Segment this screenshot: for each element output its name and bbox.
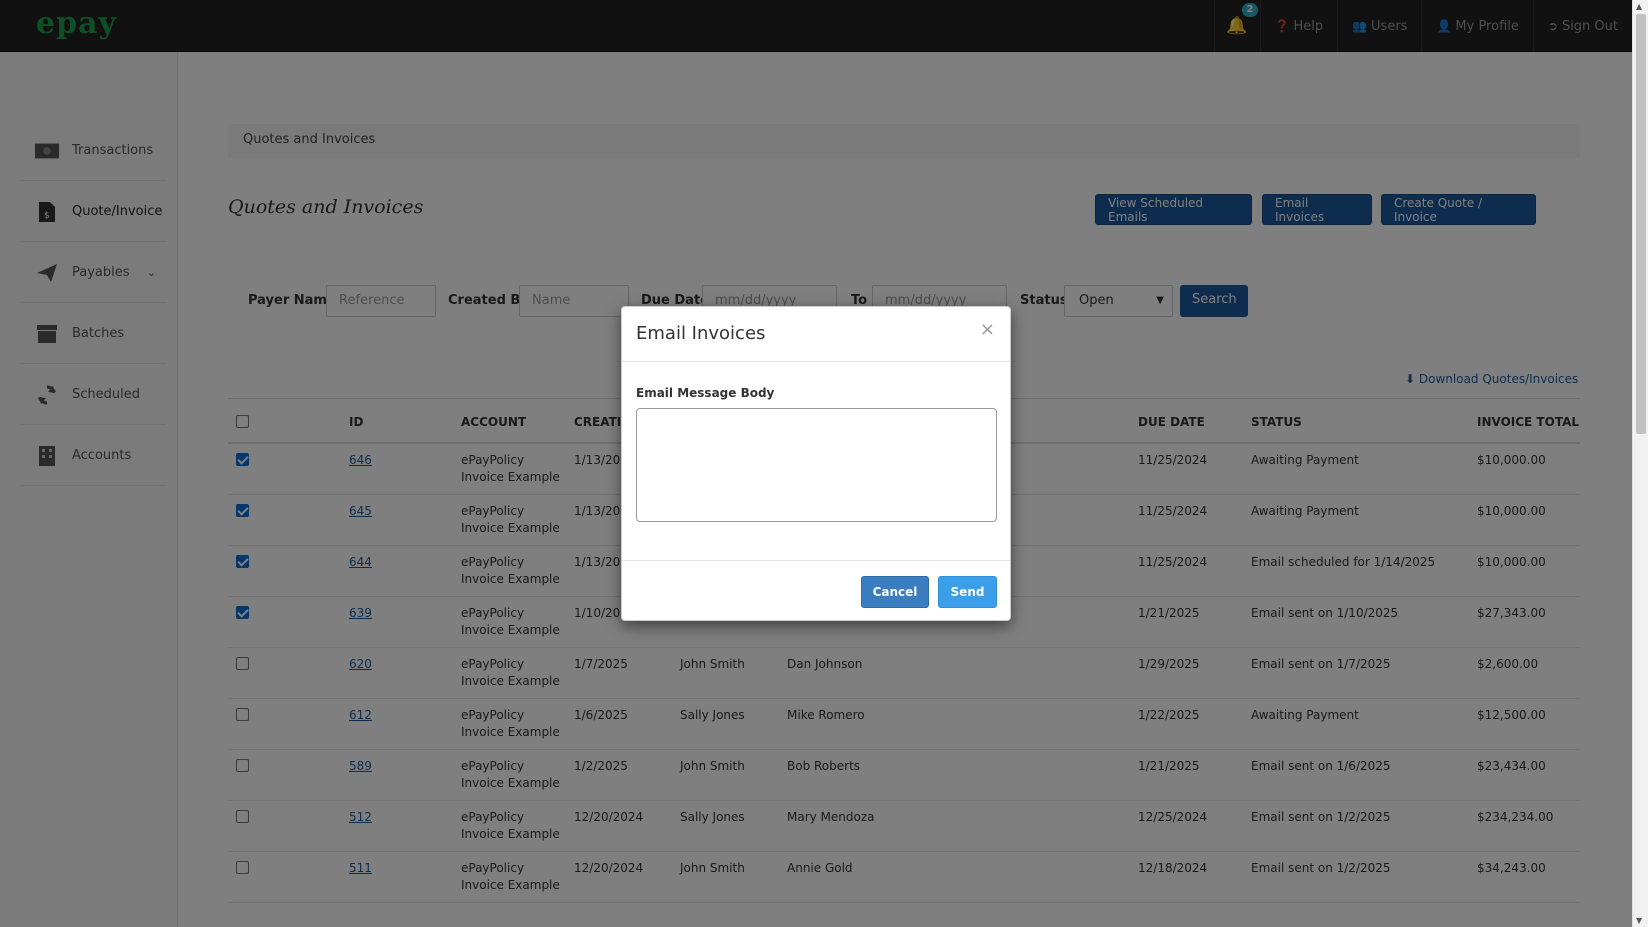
- scroll-up-arrow-icon[interactable]: ▲: [1636, 2, 1642, 11]
- scroll-thumb[interactable]: [1636, 14, 1646, 434]
- email-message-body-textarea[interactable]: [636, 408, 997, 522]
- cancel-button[interactable]: Cancel: [861, 576, 929, 608]
- modal-header: Email Invoices ×: [622, 307, 1010, 362]
- modal-title: Email Invoices: [636, 323, 766, 344]
- email-message-body-label: Email Message Body: [636, 386, 775, 400]
- send-button[interactable]: Send: [938, 576, 997, 608]
- scroll-down-arrow-icon[interactable]: ▼: [1636, 916, 1642, 925]
- modal-footer: Cancel Send: [622, 560, 1010, 620]
- email-invoices-modal: Email Invoices × Email Message Body Canc…: [621, 306, 1011, 621]
- page-scrollbar[interactable]: ▲ ▼: [1632, 0, 1648, 927]
- close-icon[interactable]: ×: [980, 319, 995, 340]
